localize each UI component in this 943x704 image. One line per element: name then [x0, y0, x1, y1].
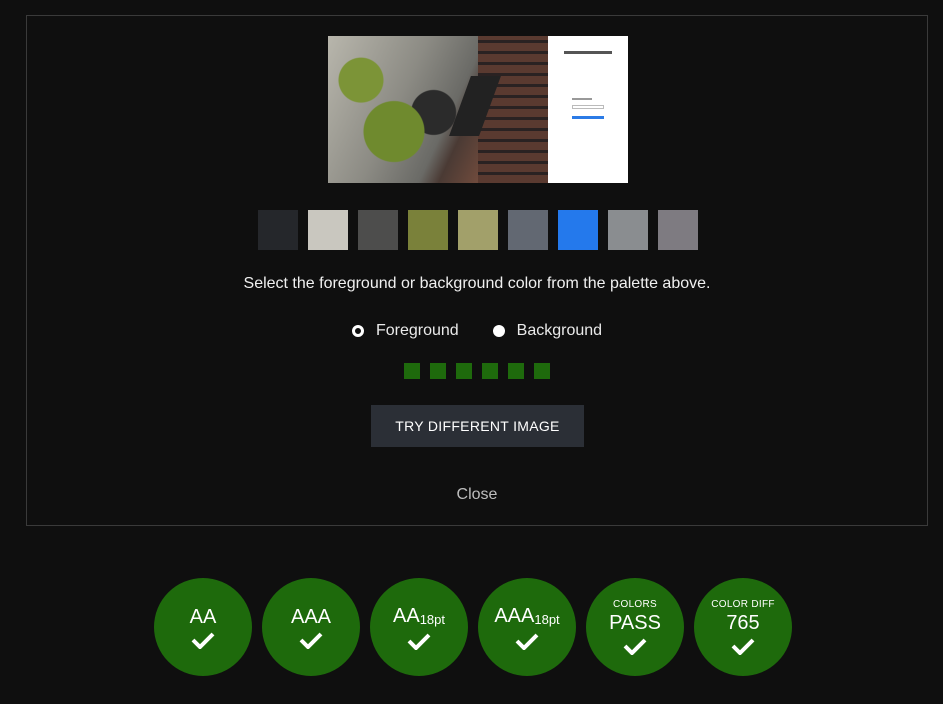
- check-icon: [731, 638, 755, 655]
- check-icon: [623, 638, 647, 655]
- foreground-label: Foreground: [375, 322, 459, 339]
- result-badge-aaa: AAA: [262, 578, 360, 676]
- mini-swatch-3: [482, 363, 498, 379]
- swatch-4[interactable]: [458, 210, 498, 250]
- swatch-3[interactable]: [408, 210, 448, 250]
- radio-unselected-icon[interactable]: [492, 325, 505, 337]
- swatch-0[interactable]: [258, 210, 298, 250]
- check-icon: [191, 632, 215, 649]
- badge-main: AAA: [494, 604, 535, 627]
- mini-swatch-0: [404, 363, 420, 379]
- color-picker-panel: Select the foreground or background colo…: [26, 15, 928, 526]
- badge-small-label: COLORS: [612, 599, 658, 610]
- check-icon: [299, 632, 323, 649]
- result-badge-color-diff: COLOR DIFF 765: [694, 578, 792, 676]
- radio-selected-icon[interactable]: [351, 325, 364, 337]
- preview-image[interactable]: [328, 36, 628, 183]
- swatch-8[interactable]: [658, 210, 698, 250]
- result-badge-colors: COLORS PASS: [586, 578, 684, 676]
- close-link[interactable]: Close: [27, 486, 927, 504]
- mini-swatch-1: [430, 363, 446, 379]
- badge-small-label: COLOR DIFF: [711, 599, 775, 610]
- instruction-text: Select the foreground or background colo…: [243, 275, 711, 292]
- badge-sub: 18pt: [534, 611, 560, 627]
- badge-main: AA: [189, 605, 217, 628]
- mini-swatch-4: [508, 363, 524, 379]
- background-label: Background: [516, 322, 603, 339]
- color-palette: [258, 210, 698, 250]
- badge-main: 765: [726, 612, 760, 634]
- result-badge-aaa18: AAA18pt: [478, 578, 576, 676]
- foreground-radio[interactable]: Foreground: [351, 322, 459, 340]
- swatch-5[interactable]: [508, 210, 548, 250]
- badge-sub: 18pt: [419, 611, 445, 627]
- background-radio[interactable]: Background: [492, 322, 603, 340]
- swatch-7[interactable]: [608, 210, 648, 250]
- mini-swatch-row: [27, 363, 927, 379]
- contrast-results: AA AAA AA18pt AAA18pt COLORS PASS COLOR …: [154, 578, 792, 676]
- check-icon: [515, 633, 539, 650]
- badge-main: AA: [393, 604, 420, 627]
- try-different-image-button[interactable]: TRY DIFFERENT IMAGE: [371, 405, 584, 447]
- mini-swatch-5: [534, 363, 550, 379]
- result-badge-aa18: AA18pt: [370, 578, 468, 676]
- check-icon: [407, 633, 431, 650]
- swatch-6[interactable]: [558, 210, 598, 250]
- badge-main: PASS: [609, 612, 661, 634]
- badge-main: AAA: [290, 605, 332, 628]
- building-image: [478, 36, 548, 183]
- mini-swatch-2: [456, 363, 472, 379]
- swatch-2[interactable]: [358, 210, 398, 250]
- color-target-radios: Foreground Background: [27, 322, 927, 340]
- result-badge-aa: AA: [154, 578, 252, 676]
- login-card-thumbnail: [548, 36, 628, 183]
- swatch-1[interactable]: [308, 210, 348, 250]
